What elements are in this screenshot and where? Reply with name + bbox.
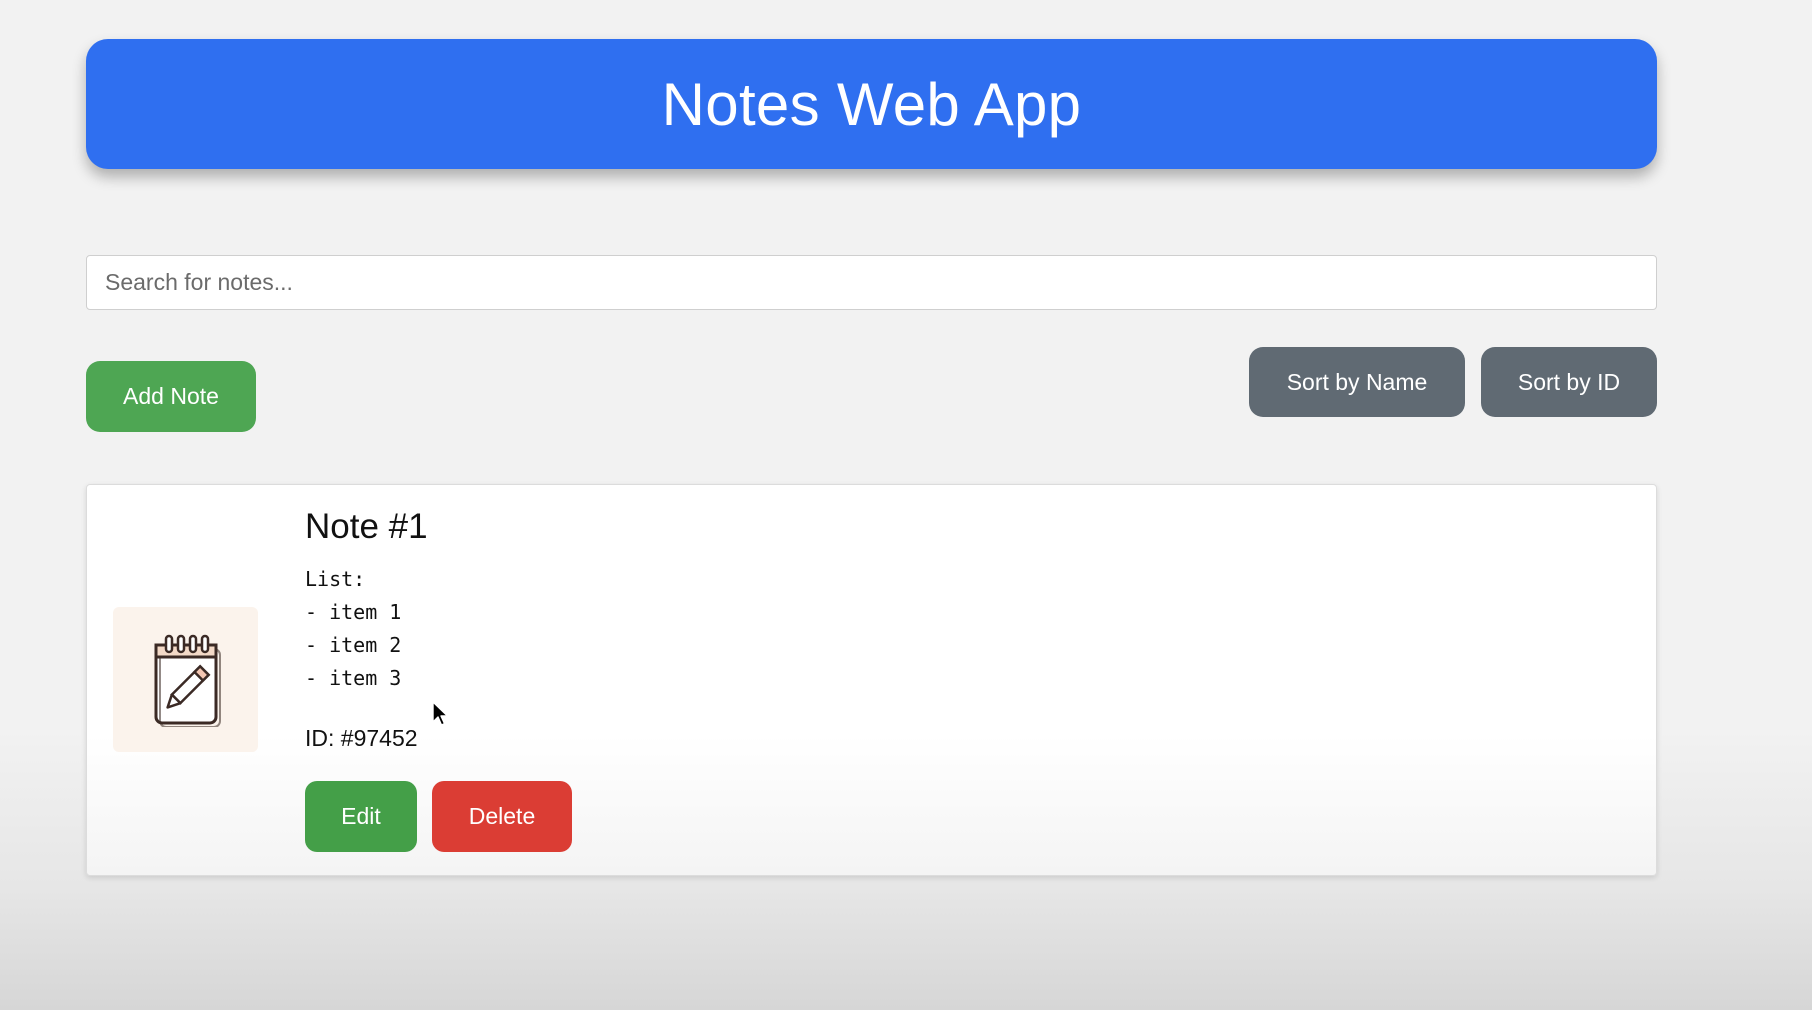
note-body: List: - item 1 - item 2 - item 3 xyxy=(305,567,402,690)
edit-note-button[interactable]: Edit xyxy=(305,781,417,852)
mouse-cursor-icon xyxy=(432,701,449,726)
note-thumbnail xyxy=(113,607,258,752)
app-header: Notes Web App xyxy=(86,39,1657,169)
sort-by-name-button[interactable]: Sort by Name xyxy=(1249,347,1465,417)
search-input[interactable] xyxy=(86,255,1657,310)
notepad-pencil-icon xyxy=(154,634,221,727)
note-id: ID: #97452 xyxy=(305,725,418,751)
delete-note-button[interactable]: Delete xyxy=(432,781,572,852)
note-title: Note #1 xyxy=(305,507,428,546)
note-card: Note #1 List: - item 1 - item 2 - item 3… xyxy=(86,484,1657,876)
app-title: Notes Web App xyxy=(661,70,1082,138)
add-note-button[interactable]: Add Note xyxy=(86,361,256,432)
sort-by-id-button[interactable]: Sort by ID xyxy=(1481,347,1657,417)
